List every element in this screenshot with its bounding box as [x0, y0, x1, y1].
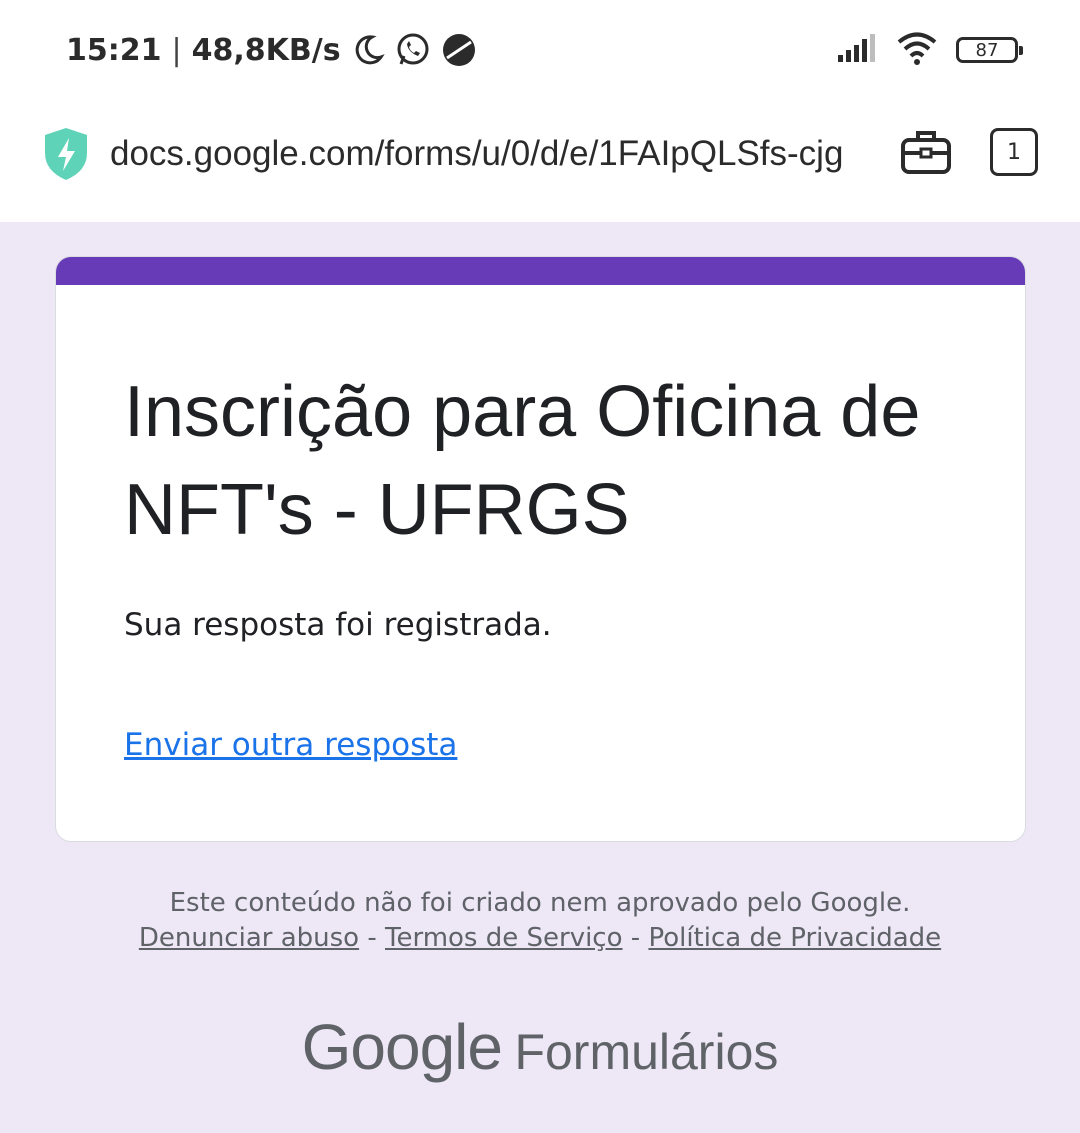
battery-indicator: 87: [956, 37, 1023, 63]
clock: 15:21: [66, 32, 162, 68]
whatsapp-icon: [395, 32, 431, 68]
network-speed: 48,8KB/s: [191, 32, 341, 68]
browser-icon: [441, 32, 477, 68]
status-left: 15:21 | 48,8KB/s: [66, 30, 477, 70]
footer-disclaimer: Este conteúdo não foi criado nem aprovad…: [169, 888, 911, 918]
status-bar: 15:21 | 48,8KB/s 87: [0, 0, 1080, 100]
footer-separator: -: [367, 923, 377, 953]
signal-icon: [836, 33, 878, 68]
status-right: 87: [836, 30, 1023, 70]
terms-link[interactable]: Termos de Serviço: [385, 923, 623, 953]
brand-product: Formulários: [514, 1024, 779, 1080]
report-abuse-link[interactable]: Denunciar abuso: [139, 923, 359, 953]
footer: Este conteúdo não foi criado nem aprovad…: [0, 886, 1080, 956]
status-separator: |: [171, 32, 182, 68]
google-forms-logo[interactable]: Google Formulários: [0, 1010, 1080, 1084]
brand-google: Google: [301, 1011, 503, 1083]
confirmation-message: Sua resposta foi registrada.: [124, 607, 552, 643]
form-title: Inscrição para Oficina de NFT's - UFRGS: [124, 372, 921, 550]
tabs-button[interactable]: 1: [990, 128, 1038, 176]
shield-icon[interactable]: [42, 126, 90, 187]
submit-another-link[interactable]: Enviar outra resposta: [124, 727, 457, 763]
url-field[interactable]: docs.google.com/forms/u/0/d/e/1FAIpQLSfs…: [110, 132, 866, 176]
privacy-link[interactable]: Política de Privacidade: [648, 923, 941, 953]
footer-separator: -: [630, 923, 641, 953]
footer-links: Denunciar abuso - Termos de Serviço - Po…: [0, 921, 1080, 956]
form-card: Inscrição para Oficina de NFT's - UFRGS …: [55, 256, 1026, 842]
toolbox-icon[interactable]: [900, 128, 952, 181]
card-accent-bar: [56, 257, 1025, 285]
moon-icon: [351, 33, 385, 67]
wifi-icon: [896, 31, 938, 70]
